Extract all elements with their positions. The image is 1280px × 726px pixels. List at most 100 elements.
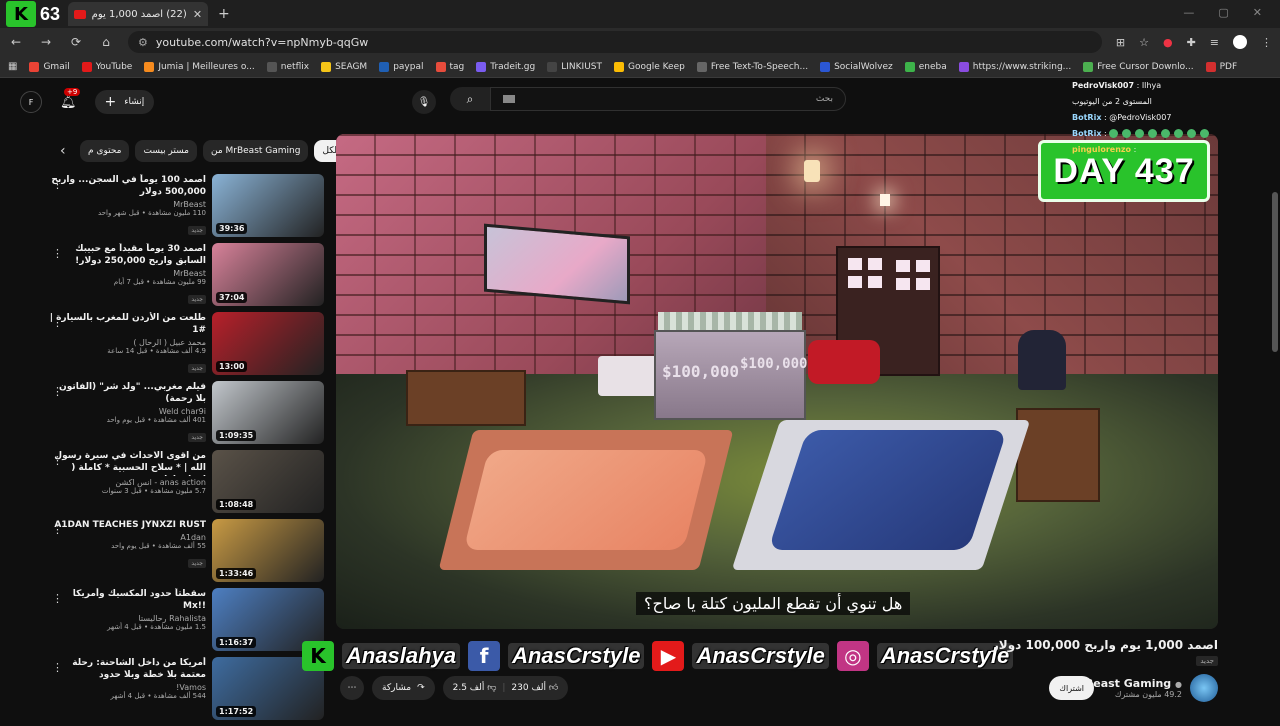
video-player[interactable]: $100,000 $100,000 DAY 437 هل تنوي أن تقط…: [336, 134, 1218, 629]
video-item-title[interactable]: طلعت من الأردن للمغرب بالسيارة | #1: [48, 312, 206, 336]
instagram-icon: ◎: [836, 641, 869, 671]
video-item-stats: 401 ألف مشاهدة • قبل يوم واحد: [106, 416, 206, 424]
bookmark-item[interactable]: Google Keep: [614, 61, 685, 72]
bookmark-item[interactable]: SocialWolvez: [820, 61, 893, 72]
channel-avatar[interactable]: [1190, 674, 1218, 702]
share-button[interactable]: مشاركة ↷: [372, 676, 435, 700]
page-scrollbar[interactable]: [1270, 80, 1278, 720]
video-item-title[interactable]: فيلم مغربي... "ولد شر" (الفاتون بلا رحمة…: [48, 381, 206, 405]
video-item-channel[interactable]: Vamos!: [48, 683, 206, 692]
video-item-title[interactable]: اصمد 100 يوماً في السجن... واربح 500,000…: [48, 174, 206, 198]
bookmark-item[interactable]: SEAGM: [321, 61, 367, 72]
scene-red-pillow: [808, 340, 880, 384]
notifications-bell-icon[interactable]: 🔔︎ +9: [60, 87, 81, 110]
more-actions-icon[interactable]: ⋯: [340, 676, 364, 700]
bookmark-item[interactable]: paypal: [379, 61, 424, 72]
install-icon[interactable]: ⊞: [1116, 36, 1125, 49]
video-item-channel[interactable]: Rahalista رحاليستا: [48, 614, 206, 623]
extension-red-icon[interactable]: ●: [1163, 36, 1173, 49]
verified-icon: ●: [1175, 680, 1182, 689]
video-thumbnail[interactable]: 1:08:48: [212, 450, 324, 513]
video-item-channel[interactable]: محمد عبيل ( الرحال ): [48, 338, 206, 347]
media-icon[interactable]: ≡: [1210, 36, 1219, 49]
bookmark-item[interactable]: Gmail: [29, 61, 70, 72]
bookmark-item[interactable]: LINKIUST: [547, 61, 602, 72]
video-thumbnail[interactable]: 13:00: [212, 312, 324, 375]
bookmark-item[interactable]: https://www.striking...: [958, 61, 1071, 72]
bookmark-star-icon[interactable]: ☆: [1139, 36, 1149, 49]
video-menu-icon[interactable]: ⋮: [52, 316, 63, 329]
browser-menu-icon[interactable]: ⋮: [1261, 36, 1272, 49]
related-video-item[interactable]: 1:08:48 من اقوى الاحداث في سيرة رسول الل…: [48, 450, 324, 518]
related-video-item[interactable]: 1:33:46 A1DAN TEACHES JYNXZI RUST A1dan …: [48, 519, 324, 587]
video-menu-icon[interactable]: ⋮: [52, 178, 63, 191]
search-icon[interactable]: ⌕: [450, 87, 490, 111]
video-thumbnail[interactable]: 1:33:46: [212, 519, 324, 582]
video-item-channel[interactable]: MrBeast: [48, 269, 206, 278]
chevron-left-icon[interactable]: ‹: [60, 143, 74, 159]
scrollbar-thumb[interactable]: [1272, 192, 1278, 352]
keyboard-icon[interactable]: [503, 95, 515, 103]
video-menu-icon[interactable]: ⋮: [52, 247, 63, 260]
bookmark-item[interactable]: netflix: [266, 61, 309, 72]
bookmark-item[interactable]: Tradeit.gg: [476, 61, 535, 72]
chip-mrbeast[interactable]: مستر بيست: [135, 140, 197, 162]
dislike-button[interactable]: 2.5 ألف 👎︎: [453, 683, 497, 693]
apps-grid-icon[interactable]: ▦: [8, 61, 17, 72]
search-input[interactable]: بحث: [490, 87, 846, 111]
video-item-title[interactable]: اصمد 30 يوماً مقيداً مع حبيبك السابق وار…: [48, 243, 206, 267]
minimize-icon[interactable]: —: [1183, 6, 1194, 19]
bookmark-item[interactable]: Jumia | Meilleures o...: [144, 61, 255, 72]
video-thumbnail[interactable]: 39:36: [212, 174, 324, 237]
bookmark-item[interactable]: PDF: [1205, 61, 1237, 72]
related-video-item[interactable]: 37:04 اصمد 30 يوماً مقيداً مع حبيبك السا…: [48, 243, 324, 311]
video-menu-icon[interactable]: ⋮: [52, 661, 63, 674]
browser-tab[interactable]: (22) اصمد 1,000 يوم واربح ✕: [68, 2, 209, 26]
forward-icon[interactable]: →: [38, 35, 54, 49]
video-item-channel[interactable]: MrBeast: [48, 200, 206, 209]
video-menu-icon[interactable]: ⋮: [52, 454, 63, 467]
video-item-channel[interactable]: Weld char9i: [48, 407, 206, 416]
video-item-title[interactable]: سقطتاً حدود المكسيك وأمريكا !!Mx: [48, 588, 206, 612]
google-keep-icon: [614, 61, 624, 72]
subscribe-button[interactable]: اشتراك: [1049, 676, 1094, 700]
tab-close-icon[interactable]: ✕: [193, 8, 202, 21]
site-info-icon[interactable]: ⚙: [138, 36, 148, 49]
video-item-title[interactable]: أمريكا من داخل الشاحنة: رحلة معتمة بلا خ…: [48, 657, 206, 681]
reload-icon[interactable]: ⟳: [68, 35, 84, 49]
related-video-item[interactable]: 13:00 طلعت من الأردن للمغرب بالسيارة | #…: [48, 312, 324, 380]
profile-avatar[interactable]: [1233, 35, 1247, 49]
video-item-title[interactable]: A1DAN TEACHES JYNXZI RUST: [48, 519, 206, 531]
bookmark-item[interactable]: Free Text-To-Speech...: [696, 61, 808, 72]
video-item-channel[interactable]: anas action - انس اكشن: [48, 478, 206, 487]
bookmark-item[interactable]: YouTube: [81, 61, 132, 72]
account-avatar[interactable]: F: [20, 91, 42, 113]
maximize-icon[interactable]: ▢: [1218, 6, 1228, 19]
video-duration: 1:17:52: [216, 706, 257, 717]
video-menu-icon[interactable]: ⋮: [52, 385, 63, 398]
video-item-title[interactable]: من اقوى الاحداث في سيرة رسول الله | * سل…: [48, 450, 206, 476]
video-item-channel[interactable]: A1dan: [48, 533, 206, 542]
new-tab-icon[interactable]: +: [218, 6, 230, 22]
video-menu-icon[interactable]: ⋮: [52, 592, 63, 605]
video-thumbnail[interactable]: 1:09:35: [212, 381, 324, 444]
close-window-icon[interactable]: ✕: [1253, 6, 1262, 19]
voice-search-icon[interactable]: 🎙︎: [412, 90, 436, 114]
url-field[interactable]: ⚙ youtube.com/watch?v=npNmyb-qqGw: [128, 31, 1102, 53]
bookmark-item[interactable]: eneba: [904, 61, 947, 72]
video-thumbnail[interactable]: 37:04: [212, 243, 324, 306]
related-video-item[interactable]: 39:36 اصمد 100 يوماً في السجن... واربح 5…: [48, 174, 324, 242]
related-video-item[interactable]: 1:16:37 سقطتاً حدود المكسيك وأمريكا !!Mx…: [48, 588, 324, 656]
bookmark-item[interactable]: Free Cursor Downlo...: [1083, 61, 1194, 72]
extensions-puzzle-icon[interactable]: ✚: [1187, 36, 1196, 49]
create-button[interactable]: + إنشاء: [94, 90, 155, 114]
chip-other[interactable]: محتوى م: [80, 140, 130, 162]
related-video-item[interactable]: 1:17:52 أمريكا من داخل الشاحنة: رحلة معت…: [48, 657, 324, 725]
chip-from-channel[interactable]: من MrBeast Gaming: [202, 140, 309, 162]
home-icon[interactable]: ⌂: [98, 35, 114, 49]
video-menu-icon[interactable]: ⋮: [52, 523, 63, 536]
bookmark-item[interactable]: tag: [435, 61, 464, 72]
like-button[interactable]: 230 ألف 👍︎: [511, 683, 558, 693]
related-video-item[interactable]: 1:09:35 فيلم مغربي... "ولد شر" (الفاتون …: [48, 381, 324, 449]
back-icon[interactable]: ←: [8, 35, 24, 49]
